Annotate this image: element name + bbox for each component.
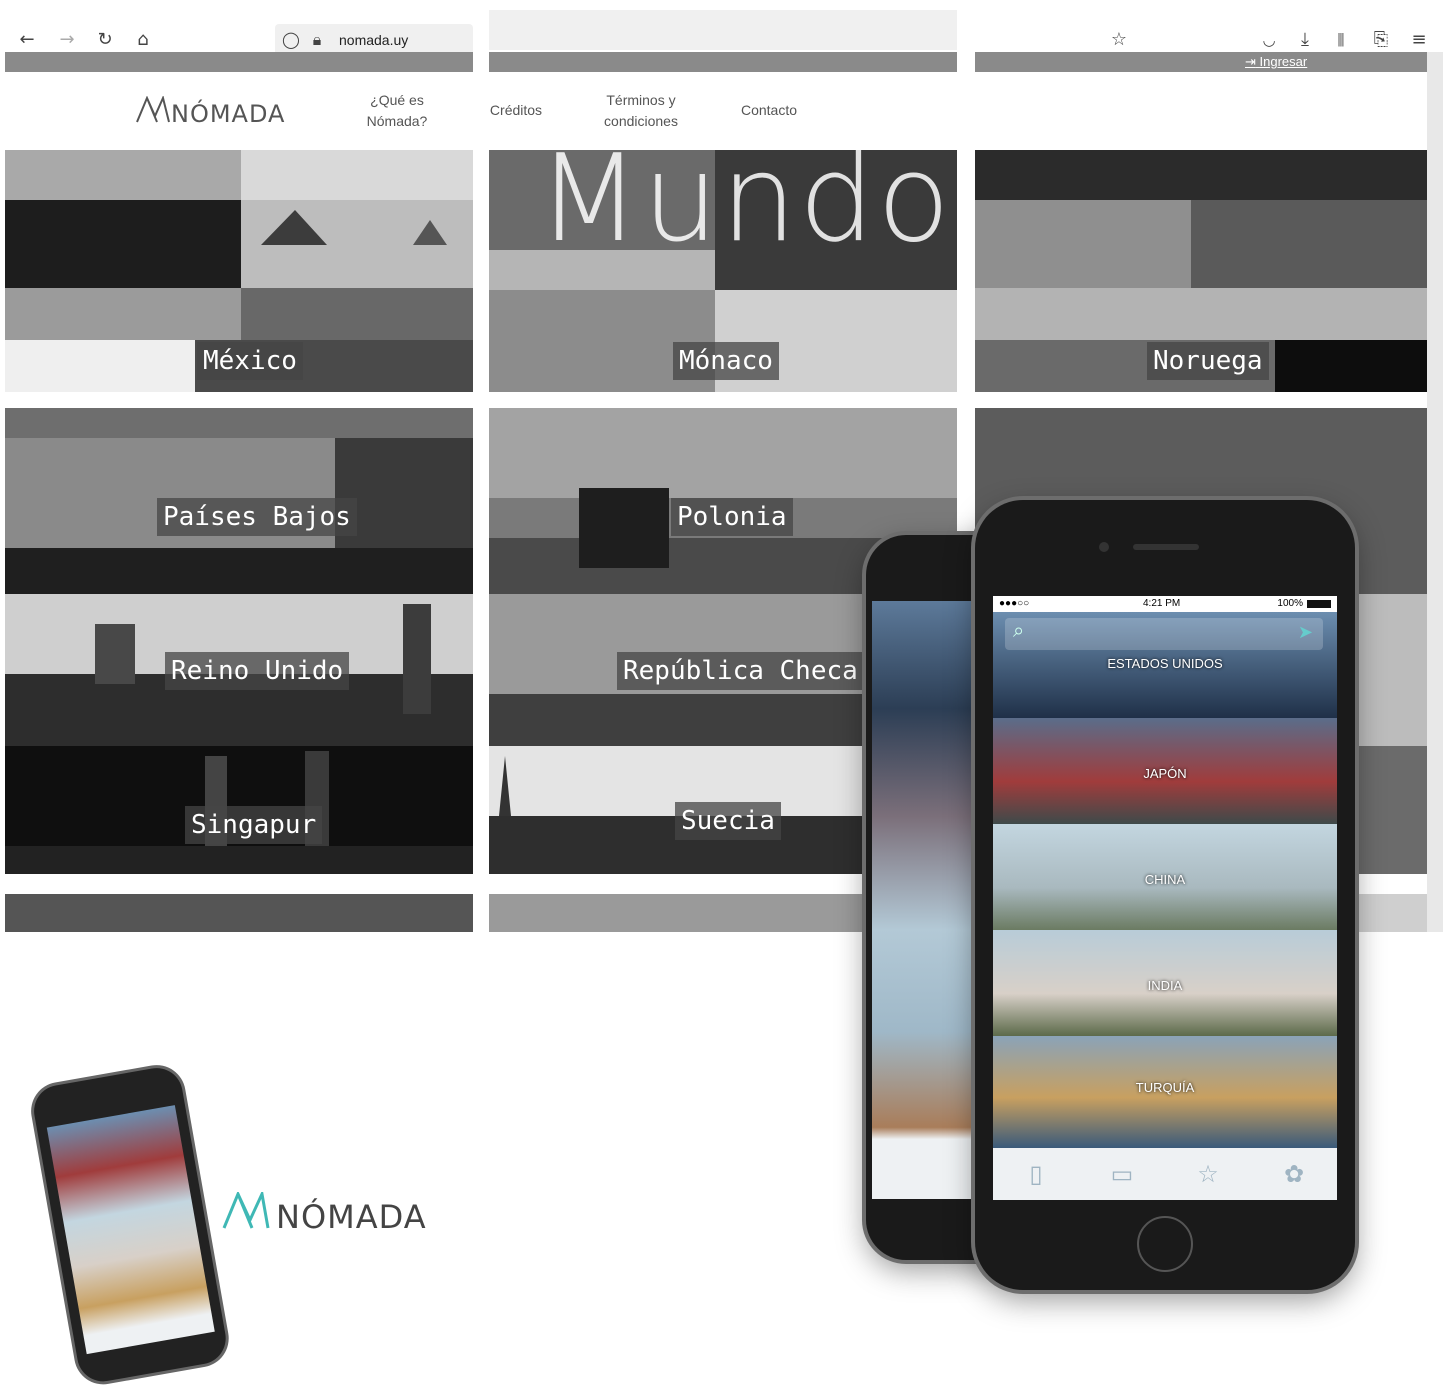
nav-item-line: ¿Qué es	[370, 92, 424, 108]
lock-icon[interactable]: 🔒︎	[305, 28, 329, 52]
country-row[interactable]: ⌕ ➤ ESTADOS UNIDOS	[993, 612, 1337, 718]
bookmark-star-icon[interactable]: ☆	[1107, 28, 1131, 52]
country-label: Singapur	[185, 806, 323, 844]
country-tile-partial	[5, 894, 473, 932]
hero-word: Mundo	[537, 150, 953, 269]
phone-small-screen	[46, 1105, 215, 1355]
country-tile-reino-unido[interactable]: Reino Unido	[5, 594, 473, 746]
brand-logo-text: NÓMADA	[276, 1198, 427, 1236]
site-nav: Créditos Términos y condiciones Contacto	[489, 72, 957, 150]
document-icon[interactable]: ▯	[1021, 1159, 1051, 1189]
settings-icon[interactable]: ✿	[1279, 1159, 1309, 1189]
nav-item-creditos[interactable]: Créditos	[489, 100, 543, 121]
country-row[interactable]: TURQUÍA	[993, 1036, 1337, 1148]
country-tile-noruega[interactable]: Noruega	[975, 150, 1427, 392]
scrollbar[interactable]	[1427, 52, 1443, 932]
nav-item-line: Nómada?	[366, 113, 428, 129]
login-link[interactable]: ⇥ Ingresar	[1245, 54, 1307, 70]
battery-icon	[1307, 600, 1331, 608]
country-row[interactable]: CHINA	[993, 824, 1337, 930]
status-battery: 100%	[1277, 598, 1303, 609]
nav-item-line: Términos y	[606, 92, 676, 108]
status-time: 4:21 PM	[1143, 598, 1181, 609]
search-icon[interactable]: ⌕	[1013, 620, 1024, 643]
status-bar: ●●●○○ 4:21 PM 100%	[993, 596, 1337, 612]
front-camera	[1099, 542, 1109, 552]
country-label: Polonia	[671, 498, 793, 536]
nav-item-que-es[interactable]: ¿Qué es Nómada?	[355, 90, 439, 132]
download-icon[interactable]: ⤓	[1293, 28, 1317, 52]
tab-bar: ▯ ▭ ☆ ✿	[993, 1148, 1337, 1200]
country-label: Mónaco	[673, 342, 779, 380]
country-tile-singapur[interactable]: Singapur	[5, 746, 473, 874]
shield-icon[interactable]: ◯	[279, 28, 303, 52]
location-arrow-icon[interactable]: ➤	[1298, 622, 1313, 643]
country-tile-paises-bajos[interactable]: Países Bajos	[5, 408, 473, 594]
star-icon[interactable]: ☆	[1193, 1159, 1223, 1189]
brand-logo-icon	[136, 96, 170, 123]
menu-icon[interactable]: ≡	[1407, 28, 1431, 52]
country-label: República Checa	[617, 652, 864, 690]
country-row-label: INDIA	[1147, 978, 1183, 993]
library-icon[interactable]: ⫼	[1329, 28, 1353, 52]
pocket-icon[interactable]: ◡	[1257, 28, 1281, 52]
login-label: Ingresar	[1259, 54, 1308, 69]
passport-icon[interactable]: ▭	[1107, 1159, 1137, 1189]
extensions-icon[interactable]: ⎘	[1369, 28, 1393, 52]
site-top-bar	[489, 52, 957, 72]
country-row[interactable]: INDIA	[993, 930, 1337, 1036]
country-row-label: TURQUÍA	[1135, 1080, 1195, 1095]
phone-screen: ●●●○○ 4:21 PM 100% ⌕ ➤ ESTADOS UNIDOS JA…	[993, 596, 1337, 1200]
home-icon[interactable]: ⌂	[131, 28, 155, 52]
login-icon: ⇥	[1245, 54, 1256, 69]
url-text: nomada.uy	[339, 32, 409, 48]
country-row-label: JAPÓN	[1143, 766, 1187, 781]
country-label: Noruega	[1147, 342, 1269, 380]
phone-front: ●●●○○ 4:21 PM 100% ⌕ ➤ ESTADOS UNIDOS JA…	[975, 500, 1355, 1290]
nav-item-line: condiciones	[604, 113, 678, 129]
country-row-label: CHINA	[1144, 872, 1186, 887]
brand-logo-icon	[222, 1192, 270, 1229]
country-label: Países Bajos	[157, 498, 357, 536]
country-label: Suecia	[675, 802, 781, 840]
country-row[interactable]: JAPÓN	[993, 718, 1337, 824]
nav-item-line: Créditos	[489, 102, 543, 118]
browser-toolbar: ☆ ◡ ⤓ ⫼ ⎘ ≡	[975, 10, 1443, 50]
site-nav: NÓMADA ¿Qué es Nómada?	[5, 72, 473, 150]
country-label: Reino Unido	[165, 652, 350, 690]
nav-item-line: Contacto	[740, 102, 798, 118]
reload-icon[interactable]: ↻	[93, 28, 117, 52]
signal-icon: ●●●○○	[999, 598, 1030, 609]
site-top-bar	[5, 52, 473, 72]
country-tile-monaco[interactable]: Mundo Mónaco	[489, 150, 957, 392]
brand-name[interactable]: NÓMADA	[171, 100, 285, 128]
country-tile-mexico[interactable]: México	[5, 150, 473, 392]
browser-panel-left: ← → ↻ ⌂ ◯ 🔒︎ nomada.uy NÓMADA ¿Qué es Nó…	[5, 0, 473, 935]
nav-item-terminos[interactable]: Términos y condiciones	[589, 90, 693, 132]
nav-item-contacto[interactable]: Contacto	[729, 100, 809, 121]
site-top-bar: ⇥ Ingresar	[975, 52, 1443, 72]
browser-toolbar	[489, 10, 957, 50]
browser-toolbar: ← → ↻ ⌂ ◯ 🔒︎ nomada.uy	[5, 10, 473, 56]
forward-icon[interactable]: →	[55, 28, 79, 52]
search-bar[interactable]: ⌕ ➤	[1005, 618, 1323, 650]
phone-small	[30, 1063, 230, 1385]
country-label: México	[197, 342, 303, 380]
back-icon[interactable]: ←	[15, 28, 39, 52]
earpiece	[1133, 544, 1199, 550]
country-row-label: ESTADOS UNIDOS	[1107, 656, 1223, 671]
home-button[interactable]	[1137, 1216, 1193, 1272]
